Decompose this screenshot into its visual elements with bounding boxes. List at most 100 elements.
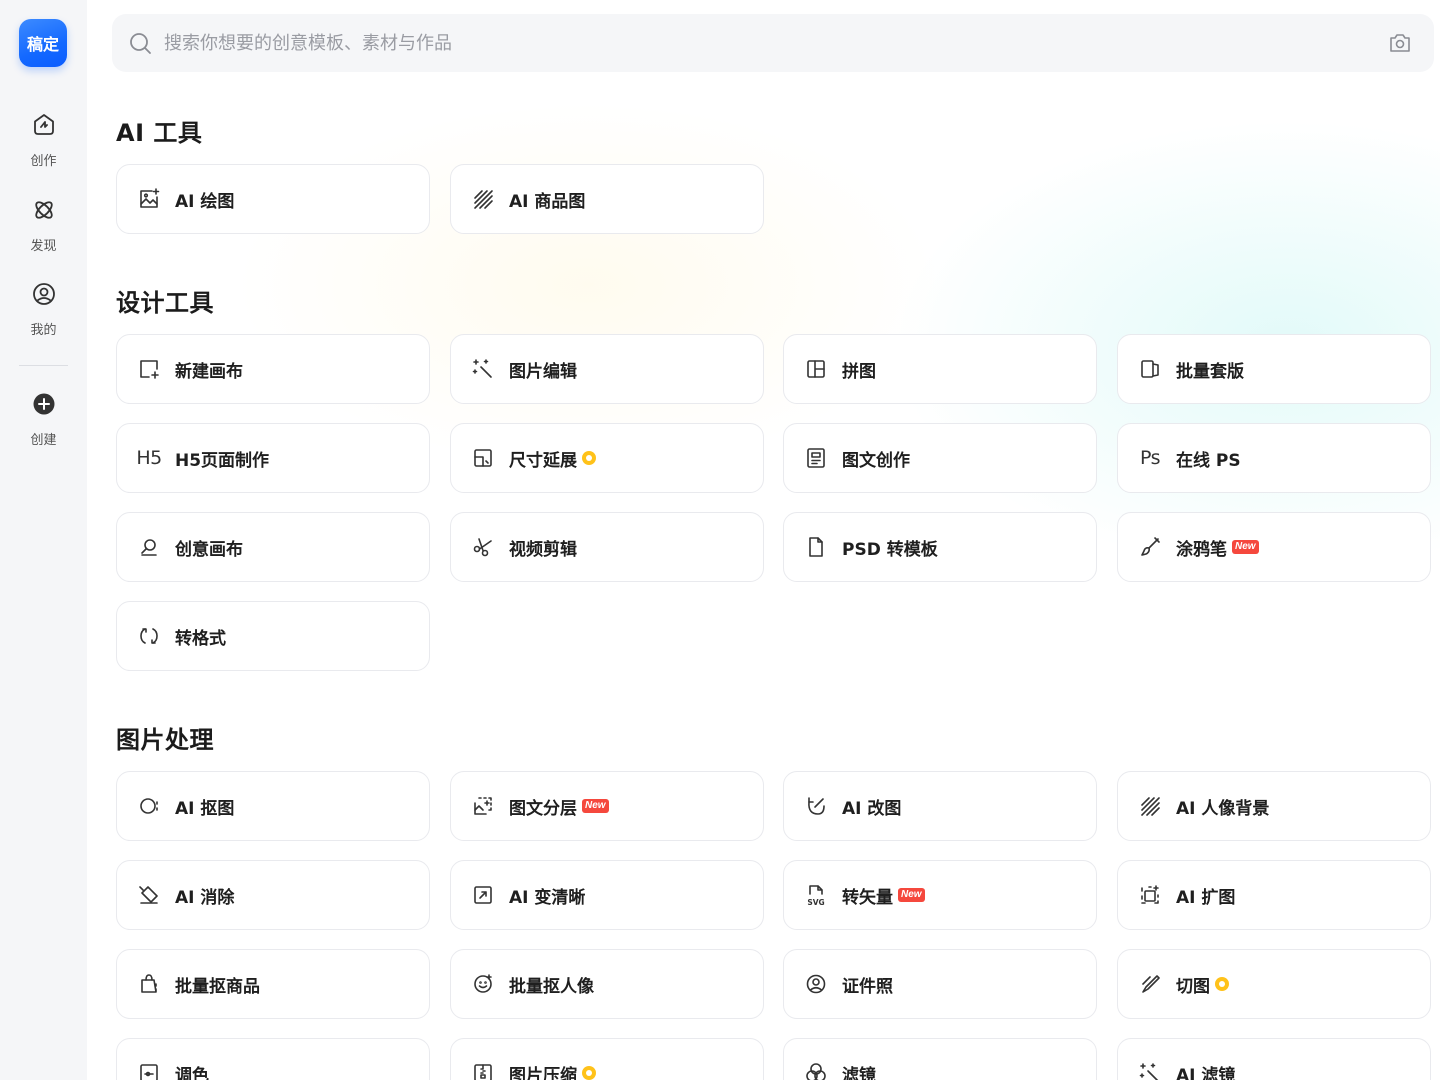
slice-icon — [1138, 972, 1162, 996]
tool-label: 滤镜 — [842, 1065, 876, 1080]
compress-icon — [471, 1061, 495, 1080]
tool-label: 转矢量 — [842, 887, 893, 908]
ai-filter-icon — [1138, 1061, 1162, 1080]
ai-cutout-icon — [137, 794, 161, 818]
convert-format-icon — [137, 624, 161, 648]
sidebar-item-create[interactable]: 创作 — [0, 112, 87, 176]
tool-card[interactable]: Ps 在线 PS — [1117, 423, 1431, 493]
batch-template-icon — [1138, 357, 1162, 381]
tool-card[interactable]: AI 商品图 — [450, 164, 764, 234]
ai-drawing-icon — [137, 187, 161, 211]
add-circle-icon — [31, 391, 57, 421]
tool-label: 创意画布 — [175, 539, 243, 560]
tool-card[interactable]: AI 绘图 — [116, 164, 430, 234]
tool-card[interactable]: AI 滤镜 — [1117, 1038, 1431, 1080]
tool-label: AI 扩图 — [1176, 887, 1236, 908]
tool-card[interactable]: 滤镜 — [783, 1038, 1097, 1080]
tool-card[interactable]: AI 改图 — [783, 771, 1097, 841]
tool-card[interactable]: 图文分层 New — [450, 771, 764, 841]
new-badge: New — [1232, 540, 1259, 554]
vip-badge-icon — [582, 451, 596, 465]
creative-canvas-icon — [137, 535, 161, 559]
section-title: 设计工具 — [116, 289, 214, 317]
tool-label: AI 改图 — [842, 798, 902, 819]
tool-card[interactable]: PSD 转模板 — [783, 512, 1097, 582]
sidebar-item-label: 创作 — [30, 154, 57, 169]
sidebar-item-label: 发现 — [30, 239, 57, 254]
sidebar-item-new[interactable]: 创建 — [0, 391, 87, 455]
tool-card[interactable]: 涂鸦笔 New — [1117, 512, 1431, 582]
sidebar-item-profile[interactable]: 我的 — [0, 281, 87, 345]
filter-icon — [804, 1061, 828, 1080]
search-input[interactable] — [164, 14, 1364, 72]
tool-label: 涂鸦笔 — [1176, 539, 1227, 560]
tool-label: 图片编辑 — [509, 361, 577, 382]
tool-card[interactable]: 调色 — [116, 1038, 430, 1080]
color-adjust-icon — [137, 1061, 161, 1080]
layer-split-icon — [471, 794, 495, 818]
camera-icon[interactable] — [1388, 32, 1412, 54]
tool-label: 图文分层 — [509, 798, 577, 819]
tool-card[interactable]: H5 H5页面制作 — [116, 423, 430, 493]
tool-card[interactable]: AI 人像背景 — [1117, 771, 1431, 841]
tool-card[interactable]: 图文创作 — [783, 423, 1097, 493]
text-image-icon — [804, 446, 828, 470]
tool-label: AI 绘图 — [175, 191, 235, 212]
tool-label: 证件照 — [842, 976, 893, 997]
tool-card[interactable]: 转格式 — [116, 601, 430, 671]
tool-card[interactable]: 批量抠人像 — [450, 949, 764, 1019]
section-title: AI 工具 — [116, 119, 203, 147]
tool-card[interactable]: 尺寸延展 — [450, 423, 764, 493]
tool-card[interactable]: AI 消除 — [116, 860, 430, 930]
create-icon — [31, 112, 57, 142]
tool-card[interactable]: 图片压缩 — [450, 1038, 764, 1080]
tool-card[interactable]: 证件照 — [783, 949, 1097, 1019]
icon-text: H5 — [136, 447, 162, 469]
discover-icon — [31, 197, 57, 227]
tool-label: 图片压缩 — [509, 1065, 577, 1080]
new-canvas-icon — [137, 357, 161, 381]
tool-card[interactable]: AI 变清晰 — [450, 860, 764, 930]
svg-text:SVG: SVG — [807, 898, 824, 907]
tool-card[interactable]: 新建画布 — [116, 334, 430, 404]
tool-label: AI 消除 — [175, 887, 235, 908]
ai-modify-icon — [804, 794, 828, 818]
profile-icon — [31, 281, 57, 311]
sidebar-item-discover[interactable]: 发现 — [0, 197, 87, 261]
vip-badge-icon — [1215, 977, 1229, 991]
tool-card[interactable]: 切图 — [1117, 949, 1431, 1019]
tool-label: 图文创作 — [842, 450, 910, 471]
tool-card[interactable]: SVG 转矢量 New — [783, 860, 1097, 930]
ps-icon: Ps — [1138, 446, 1162, 470]
svg-icon: SVG — [804, 883, 828, 907]
tool-card[interactable]: AI 扩图 — [1117, 860, 1431, 930]
ai-product-image-icon — [471, 187, 495, 211]
tool-card[interactable]: 创意画布 — [116, 512, 430, 582]
tool-label: 批量套版 — [1176, 361, 1244, 382]
tool-label: AI 人像背景 — [1176, 798, 1270, 819]
id-photo-icon — [804, 972, 828, 996]
ai-sharpen-icon — [471, 883, 495, 907]
video-cut-icon — [471, 535, 495, 559]
sidebar-item-label: 创建 — [30, 433, 57, 448]
tool-card[interactable]: AI 抠图 — [116, 771, 430, 841]
tool-card[interactable]: 图片编辑 — [450, 334, 764, 404]
tool-card[interactable]: 视频剪辑 — [450, 512, 764, 582]
brush-icon — [1138, 535, 1162, 559]
sidebar: 稿定 创作 发现 我的 创建 — [0, 0, 87, 1080]
resize-icon — [471, 446, 495, 470]
tool-label: 切图 — [1176, 976, 1210, 997]
tool-card[interactable]: 拼图 — [783, 334, 1097, 404]
tool-card[interactable]: 批量抠商品 — [116, 949, 430, 1019]
sidebar-divider — [19, 365, 68, 366]
tool-label: AI 抠图 — [175, 798, 235, 819]
tool-label: AI 变清晰 — [509, 887, 586, 908]
logo-text: 稿定 — [26, 35, 59, 54]
tool-label: PSD 转模板 — [842, 539, 938, 560]
tool-label: H5页面制作 — [175, 450, 270, 471]
search-bar — [112, 14, 1434, 72]
tool-label: 尺寸延展 — [509, 450, 577, 471]
app-logo[interactable]: 稿定 — [19, 19, 67, 67]
vip-badge-icon — [582, 1066, 596, 1080]
tool-card[interactable]: 批量套版 — [1117, 334, 1431, 404]
